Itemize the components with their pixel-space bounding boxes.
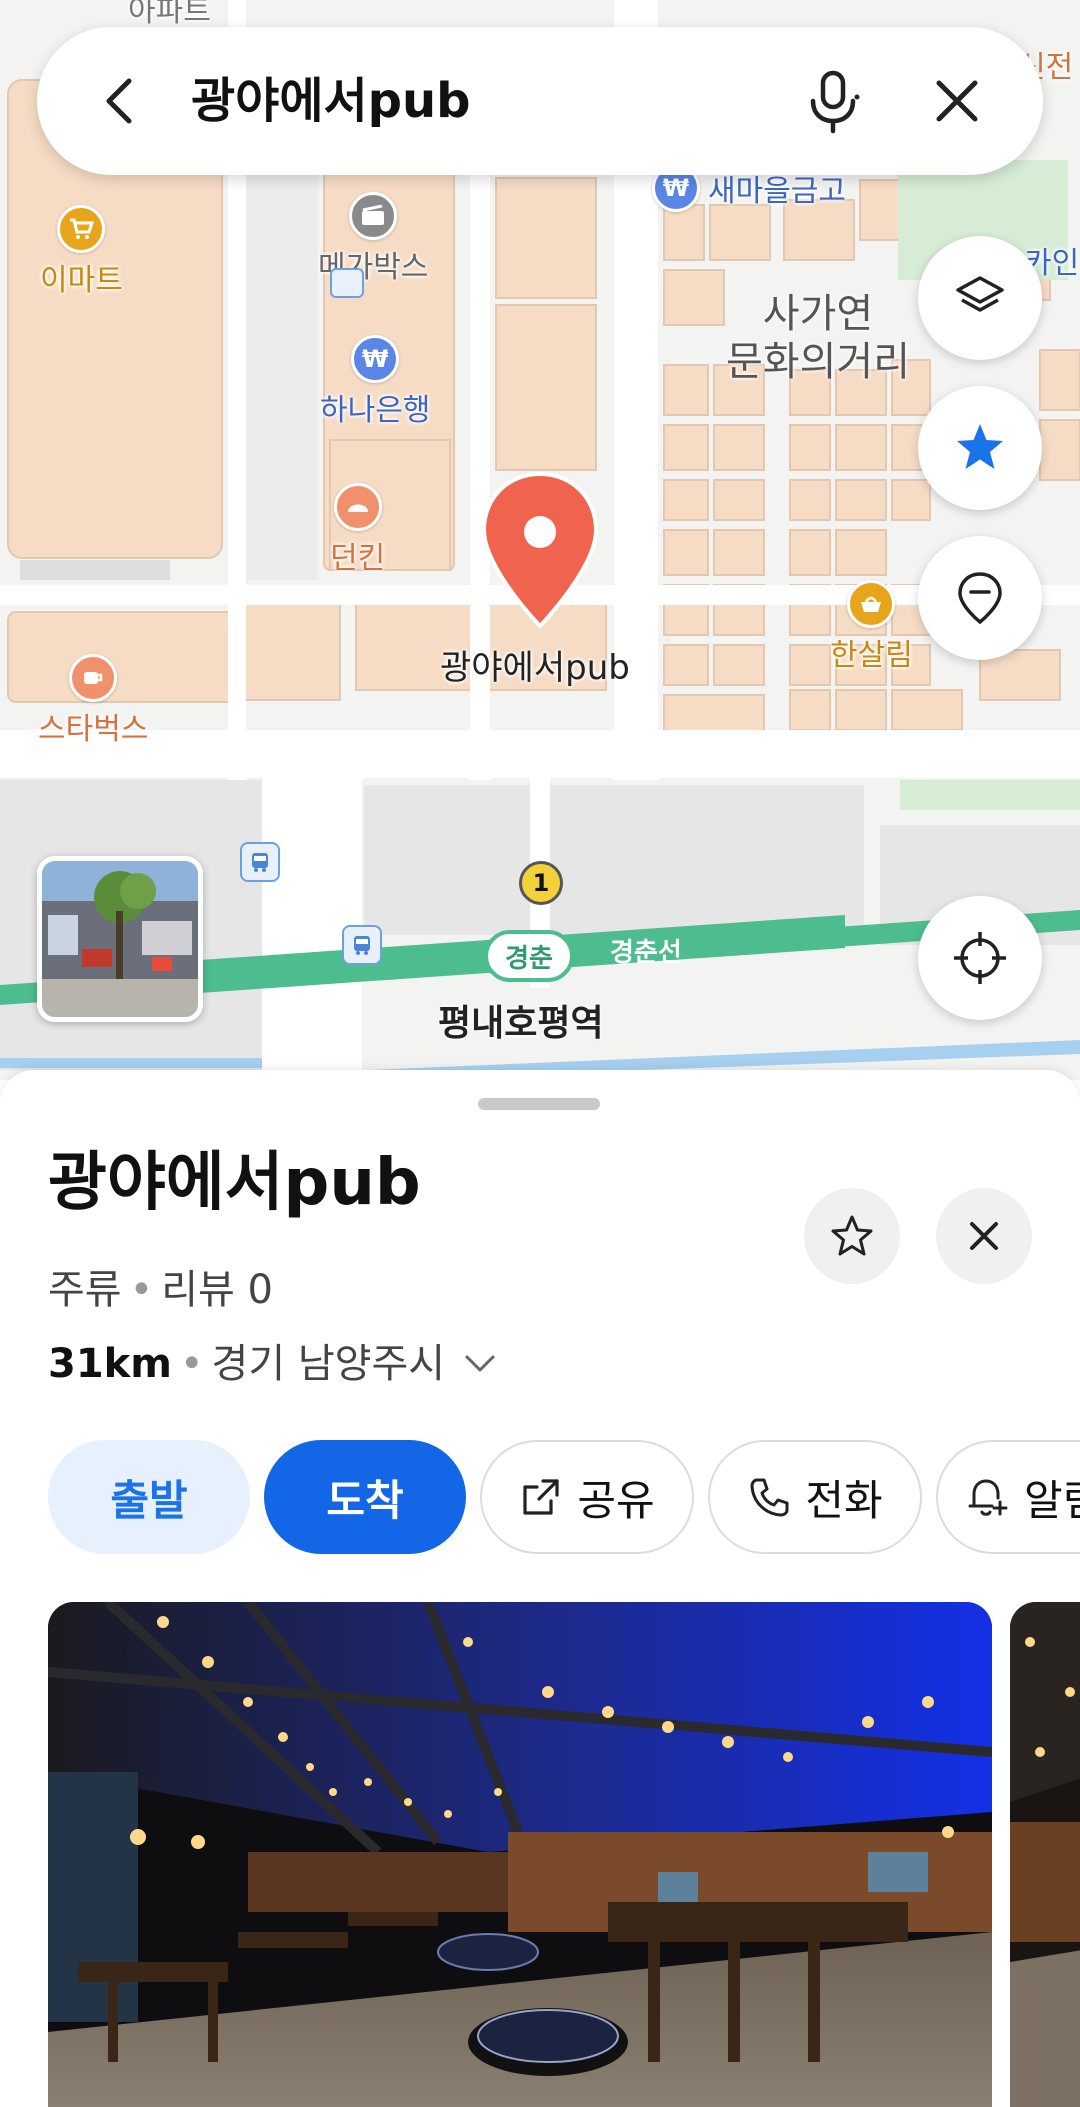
station-name-label: 평내호평역 xyxy=(438,1003,604,1044)
place-review-count[interactable]: 리뷰 0 xyxy=(161,1267,273,1313)
poi-apartment: 아파트 xyxy=(128,0,211,30)
my-location-button[interactable] xyxy=(918,896,1042,1020)
poi-dunkin[interactable]: 던킨 xyxy=(330,483,385,577)
street-view-image xyxy=(42,861,198,1017)
favorite-place-button[interactable] xyxy=(804,1188,900,1284)
bus-stop-icon[interactable] xyxy=(240,842,280,882)
film-icon xyxy=(349,192,398,240)
street-view-thumbnail[interactable] xyxy=(37,856,203,1022)
place-category: 주류 xyxy=(48,1267,122,1313)
coffee-cup-icon xyxy=(69,654,118,702)
place-location-row[interactable]: 31km • 경기 남양주시 xyxy=(48,1334,497,1394)
pub-interior-image-next xyxy=(1010,1602,1080,2107)
place-meta-row: 주류 • 리뷰 0 xyxy=(48,1260,273,1320)
place-photo[interactable] xyxy=(48,1602,992,2107)
poi-hana-bank-label: 하나은행 xyxy=(320,393,431,428)
map-pin-icon[interactable] xyxy=(480,470,600,630)
rail-line-badge[interactable]: 경춘 xyxy=(484,930,574,982)
chevron-down-icon[interactable] xyxy=(463,1353,497,1375)
bell-plus-icon xyxy=(968,1479,1008,1516)
microphone-icon[interactable] xyxy=(795,63,871,139)
place-distance: 31km xyxy=(48,1341,172,1387)
location-pin-outline-icon xyxy=(958,572,1002,625)
pin-place-label: 광야에서pub xyxy=(440,648,630,688)
poi-emart[interactable]: 이마트 xyxy=(40,205,123,299)
back-arrow-icon[interactable] xyxy=(91,71,151,131)
rail-line-label: 경춘선 xyxy=(610,938,682,968)
bus-stop-icon[interactable] xyxy=(330,268,364,298)
star-icon xyxy=(957,424,1003,469)
separator-dot: • xyxy=(179,1341,204,1387)
poi-starbucks[interactable]: 스타벅스 xyxy=(38,654,148,748)
call-label: 전화 xyxy=(805,1475,883,1525)
favorites-button[interactable] xyxy=(918,386,1042,510)
crosshair-icon xyxy=(954,932,1006,984)
map-view[interactable]: 이마트 메가박스 ₩ 하나은행 던킨 스타벅스 한살림 ₩ 새마을금고 아파트 … xyxy=(0,0,1080,1080)
poi-apartment-label: 아파트 xyxy=(128,0,211,29)
separator-dot: • xyxy=(129,1267,154,1313)
alert-label: 알림 xyxy=(1024,1475,1080,1525)
arrive-route-button[interactable]: 도착 xyxy=(264,1440,466,1554)
search-bar[interactable]: 광야에서pub xyxy=(37,27,1043,175)
phone-icon xyxy=(750,1478,789,1517)
place-photo-next[interactable] xyxy=(1010,1602,1080,2107)
save-location-button[interactable] xyxy=(918,536,1042,660)
poi-starbucks-label: 스타벅스 xyxy=(38,712,149,747)
clear-search-icon[interactable] xyxy=(927,71,987,131)
star-outline-icon xyxy=(831,1215,873,1256)
place-detail-sheet[interactable]: 광야에서pub 주류 • 리뷰 0 31km • 경기 남양주시 출발 도착 공유 전화… xyxy=(0,1070,1080,2107)
poi-hansalim-label: 한살림 xyxy=(830,638,913,673)
poi-hana-bank[interactable]: ₩ 하나은행 xyxy=(320,335,430,429)
map-layers-button[interactable] xyxy=(918,236,1042,360)
pub-interior-image xyxy=(48,1602,992,2107)
search-query-text[interactable]: 광야에서pub xyxy=(191,67,471,135)
share-label: 공유 xyxy=(577,1475,655,1525)
poi-emart-label: 이마트 xyxy=(40,263,123,298)
layers-icon xyxy=(956,276,1004,312)
area-label-culture-street: 사가연 문화의거리 xyxy=(726,291,910,385)
bank-won-icon: ₩ xyxy=(351,335,400,383)
poi-hansalim[interactable]: 한살림 xyxy=(830,580,913,674)
share-button[interactable]: 공유 xyxy=(480,1440,694,1554)
place-address: 경기 남양주시 xyxy=(211,1341,446,1387)
close-icon xyxy=(970,1222,998,1250)
close-sheet-button[interactable] xyxy=(936,1188,1032,1284)
share-icon xyxy=(523,1479,559,1515)
station-exit-badge[interactable]: 1 xyxy=(519,861,563,905)
start-route-button[interactable]: 출발 xyxy=(48,1440,250,1554)
shopping-cart-icon xyxy=(57,205,106,253)
alert-button[interactable]: 알림 xyxy=(936,1440,1080,1554)
poi-dunkin-label: 던킨 xyxy=(330,541,386,576)
bus-stop-icon[interactable] xyxy=(342,925,382,965)
bakery-icon xyxy=(333,483,382,531)
place-title: 광야에서pub xyxy=(48,1146,421,1220)
basket-icon xyxy=(847,580,896,628)
call-button[interactable]: 전화 xyxy=(708,1440,922,1554)
sheet-drag-handle[interactable] xyxy=(478,1098,600,1110)
